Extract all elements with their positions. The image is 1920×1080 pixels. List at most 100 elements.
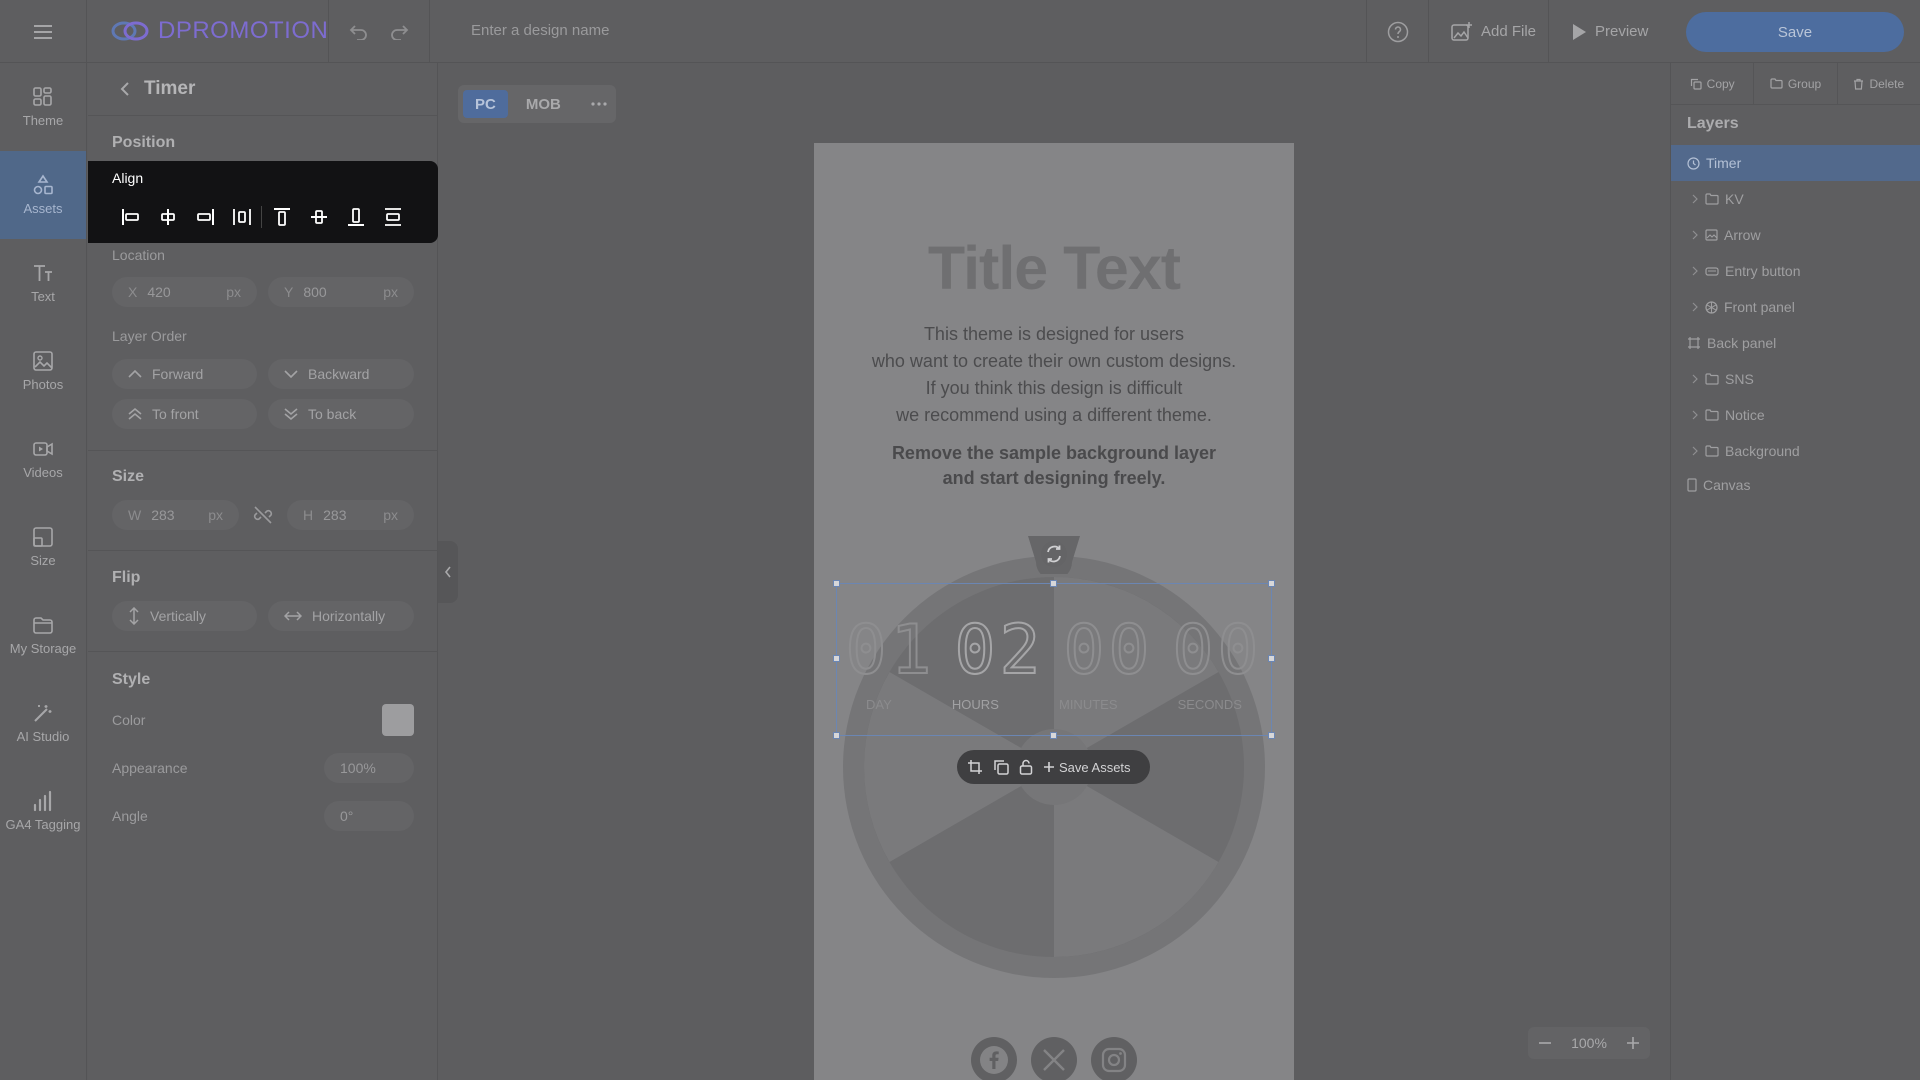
- rail-item-my-storage[interactable]: My Storage: [0, 591, 86, 679]
- selection-box[interactable]: [836, 583, 1272, 736]
- canvas-title-text[interactable]: Title Text: [814, 233, 1294, 303]
- facebook-button[interactable]: [971, 1037, 1017, 1080]
- resize-handle[interactable]: [833, 732, 840, 739]
- divider: [88, 550, 438, 551]
- resize-handle[interactable]: [833, 580, 840, 587]
- chevron-right-icon[interactable]: [1691, 230, 1699, 240]
- resize-handle[interactable]: [1268, 580, 1275, 587]
- undo-icon[interactable]: [349, 24, 369, 40]
- layer-canvas[interactable]: Canvas: [1671, 467, 1920, 503]
- layer-sns[interactable]: SNS: [1671, 361, 1920, 397]
- aspect-lock-button[interactable]: [248, 500, 278, 530]
- save-button[interactable]: Save: [1686, 12, 1904, 52]
- rotate-handle[interactable]: [1026, 536, 1082, 574]
- style-title: Style: [112, 671, 151, 688]
- resize-handle[interactable]: [833, 655, 840, 662]
- flip-vertically-button[interactable]: Vertically: [112, 601, 257, 631]
- rail-item-videos[interactable]: Videos: [0, 415, 86, 503]
- layer-entry-button[interactable]: Entry button: [1671, 253, 1920, 289]
- chevron-right-icon[interactable]: [1691, 302, 1699, 312]
- zoom-out-icon[interactable]: [1538, 1036, 1552, 1050]
- x-field[interactable]: X 420 px: [112, 277, 257, 307]
- folder-icon: [1705, 445, 1719, 457]
- rail-item-text[interactable]: Text: [0, 239, 86, 327]
- instagram-button[interactable]: [1091, 1037, 1137, 1080]
- layer-kv[interactable]: KV: [1671, 181, 1920, 217]
- layer-notice[interactable]: Notice: [1671, 397, 1920, 433]
- height-field[interactable]: H 283 px: [287, 500, 414, 530]
- x-button[interactable]: [1031, 1037, 1077, 1080]
- y-field[interactable]: Y 800 px: [268, 277, 414, 307]
- page-icon: [1687, 478, 1697, 492]
- align-left-icon: [121, 209, 139, 225]
- align-left-button[interactable]: [112, 201, 149, 233]
- distribute-h-button[interactable]: [223, 201, 260, 233]
- rail-item-assets[interactable]: Assets: [0, 151, 86, 239]
- align-center-h-button[interactable]: [149, 201, 186, 233]
- layer-background[interactable]: Background: [1671, 433, 1920, 469]
- tab-pc[interactable]: PC: [463, 90, 508, 118]
- layer-arrow[interactable]: Arrow: [1671, 217, 1920, 253]
- width-field[interactable]: W 283 px: [112, 500, 239, 530]
- backward-button[interactable]: Backward: [268, 359, 414, 389]
- more-options-button[interactable]: [579, 90, 619, 118]
- angle-field[interactable]: 0°: [324, 801, 414, 831]
- to-back-button[interactable]: To back: [268, 399, 414, 429]
- resize-handle[interactable]: [1050, 732, 1057, 739]
- canvas-description[interactable]: This theme is designed for users who wan…: [814, 321, 1294, 429]
- layer-order-label: Layer Order: [112, 328, 187, 344]
- frame-icon: [1688, 337, 1700, 349]
- back-chevron-icon[interactable]: [120, 81, 130, 97]
- duplicate-icon[interactable]: [993, 759, 1009, 775]
- to-front-button[interactable]: To front: [112, 399, 257, 429]
- rail-item-size[interactable]: Size: [0, 503, 86, 591]
- menu-button[interactable]: [0, 0, 87, 63]
- delete-button[interactable]: Delete: [1838, 63, 1920, 104]
- copy-button[interactable]: Copy: [1671, 63, 1755, 104]
- history-controls: [328, 0, 430, 63]
- more-horizontal-icon: [591, 102, 607, 106]
- layer-timer[interactable]: Timer: [1671, 145, 1920, 181]
- flip-horizontally-button[interactable]: Horizontally: [268, 601, 414, 631]
- chevron-right-icon[interactable]: [1691, 446, 1699, 456]
- rail-item-photos[interactable]: Photos: [0, 327, 86, 415]
- align-right-button[interactable]: [186, 201, 223, 233]
- assets-icon: [33, 174, 53, 195]
- chevron-right-icon[interactable]: [1691, 266, 1699, 276]
- layer-back-panel[interactable]: Back panel: [1671, 325, 1920, 361]
- color-swatch[interactable]: [382, 704, 414, 736]
- chevron-right-icon[interactable]: [1691, 374, 1699, 384]
- save-assets-button[interactable]: Save Assets: [1043, 760, 1131, 775]
- rail-item-theme[interactable]: Theme: [0, 63, 86, 151]
- collapse-panel-button[interactable]: [438, 541, 458, 603]
- distribute-v-button[interactable]: [374, 201, 411, 233]
- appearance-field[interactable]: 100%: [324, 753, 414, 783]
- crop-icon[interactable]: [967, 759, 983, 775]
- folder-icon: [33, 617, 53, 634]
- group-button[interactable]: Group: [1754, 63, 1838, 104]
- help-button[interactable]: [1366, 0, 1428, 63]
- canvas-bold-note[interactable]: Remove the sample background layer and s…: [814, 441, 1294, 491]
- resize-handle[interactable]: [1268, 732, 1275, 739]
- chevron-right-icon[interactable]: [1691, 194, 1699, 204]
- align-title: Align: [112, 170, 144, 186]
- resize-handle[interactable]: [1050, 580, 1057, 587]
- preview-button[interactable]: Preview: [1548, 0, 1668, 63]
- design-name-input[interactable]: Enter a design name: [471, 22, 609, 39]
- align-bottom-button[interactable]: [337, 201, 374, 233]
- align-top-button[interactable]: [263, 201, 300, 233]
- align-middle-button[interactable]: [300, 201, 337, 233]
- chevron-right-icon[interactable]: [1691, 410, 1699, 420]
- zoom-in-icon[interactable]: [1626, 1036, 1640, 1050]
- x-prefix: X: [128, 284, 138, 300]
- rail-item-ai-studio[interactable]: AI Studio: [0, 679, 86, 767]
- redo-icon[interactable]: [389, 24, 409, 40]
- forward-button[interactable]: Forward: [112, 359, 257, 389]
- rail-item-ga4-tagging[interactable]: GA4 Tagging: [0, 767, 86, 855]
- unlock-icon[interactable]: [1019, 759, 1033, 775]
- layer-front-panel[interactable]: Front panel: [1671, 289, 1920, 325]
- add-file-button[interactable]: Add File: [1428, 0, 1548, 63]
- tab-mob[interactable]: MOB: [514, 90, 573, 118]
- resize-handle[interactable]: [1268, 655, 1275, 662]
- y-value: 800: [303, 284, 327, 300]
